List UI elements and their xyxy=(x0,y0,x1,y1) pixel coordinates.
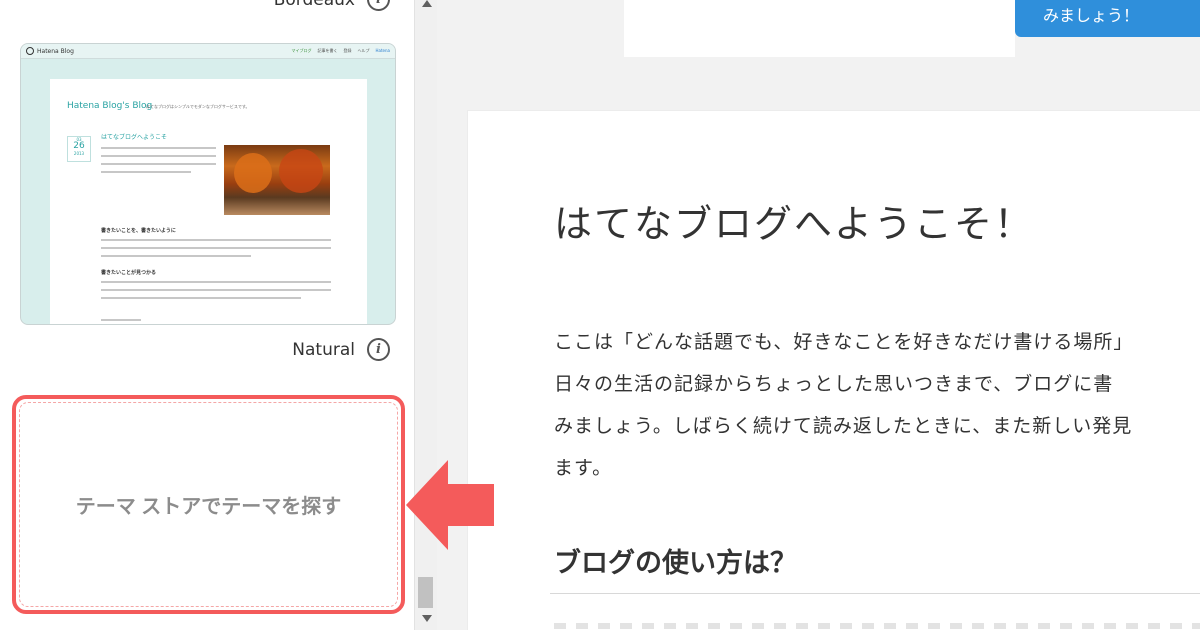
thumbnail-text-line xyxy=(101,247,331,249)
thumbnail-nav: マイブログ 記事を書く 登録 ヘルプ Hatena xyxy=(292,48,390,54)
thumbnail-heading-2: 書きたいことが見つかる xyxy=(101,270,157,276)
thumbnail-heading-1: 書きたいことを、書きたいように xyxy=(101,228,176,234)
thumbnail-post-title: はてなブログへようこそ xyxy=(101,134,168,141)
thumbnail-blog-title: Hatena Blog's Blog xyxy=(67,101,153,111)
thumbnail-text-line xyxy=(101,163,216,165)
theme-name-bordeaux: Bordeaux xyxy=(274,0,355,10)
article-cutoff-text xyxy=(554,623,1200,629)
thumbnail-blog-subtitle: はてなブログはシンプルでモダンなブログサービスです。 xyxy=(146,104,250,109)
thumbnail-text-line xyxy=(101,239,331,241)
thumbnail-nav-item: 登録 xyxy=(343,48,352,53)
thumbnail-nav-item: ヘルプ xyxy=(357,48,370,53)
info-icon[interactable]: i xyxy=(367,338,390,361)
scrollbar-thumb[interactable] xyxy=(418,577,433,608)
theme-row-natural: Natural i xyxy=(292,338,390,361)
thumbnail-text-line xyxy=(101,255,251,257)
thumbnail-date-box: 03 26 2013 xyxy=(67,136,91,162)
thumbnail-logo: Hatena Blog xyxy=(26,47,74,55)
theme-name-natural: Natural xyxy=(292,339,355,360)
theme-store-label: テーマ ストアでテーマを探す xyxy=(75,496,342,518)
blue-action-label: みましょう！ xyxy=(1043,8,1140,25)
thumbnail-text-line xyxy=(101,289,331,291)
theme-store-button[interactable]: テーマ ストアでテーマを探す xyxy=(12,395,405,614)
article-preview: はてなブログへようこそ！ ここは「どんな話題でも、好きなことを好きなだけ書ける場… xyxy=(467,110,1200,630)
thumbnail-nav-item: 記事を書く xyxy=(317,48,338,53)
scroll-up-icon[interactable] xyxy=(422,0,432,7)
thumbnail-text-line xyxy=(101,171,191,173)
scroll-down-icon[interactable] xyxy=(422,615,432,622)
blue-action-button[interactable]: みましょう！ xyxy=(1015,0,1200,37)
hatena-logo-icon xyxy=(26,47,34,55)
thumbnail-topbar: Hatena Blog マイブログ 記事を書く 登録 ヘルプ Hatena xyxy=(21,44,395,59)
thumbnail-text-line xyxy=(101,155,216,157)
article-paragraph-line: ここは「どんな話題でも、好きなことを好きなだけ書ける場所」 xyxy=(554,331,1134,353)
thumbnail-nav-item: マイブログ xyxy=(291,48,312,53)
thumbnail-date-year: 2013 xyxy=(73,151,85,156)
thumbnail-text-line xyxy=(101,147,216,149)
thumbnail-page: Hatena Blog's Blog はてなブログはシンプルでモダンなブログサー… xyxy=(50,79,367,324)
article-section-heading: ブログの使い方は？ xyxy=(554,548,797,579)
thumbnail-text-line xyxy=(101,297,301,299)
article-paragraph-line: ます。 xyxy=(554,457,613,479)
preview-header-block xyxy=(624,0,1015,57)
thumbnail-date-day: 26 xyxy=(73,141,85,151)
theme-thumbnail-natural[interactable]: Hatena Blog マイブログ 記事を書く 登録 ヘルプ Hatena Ha… xyxy=(20,43,396,325)
article-paragraph-line: 日々の生活の記録からちょっとした思いつきまで、ブログに書 xyxy=(554,373,1114,395)
arrow-left-icon xyxy=(406,460,494,550)
thumbnail-brand: Hatena Blog xyxy=(37,47,74,55)
info-icon[interactable]: i xyxy=(367,0,390,11)
thumbnail-text-line xyxy=(101,281,331,283)
thumbnail-nav-right: Hatena xyxy=(375,48,390,53)
section-divider xyxy=(550,593,1200,594)
article-paragraph-line: みましょう。しばらく続けて読み返したときに、また新しい発見 xyxy=(554,415,1133,437)
article-title: はてなブログへようこそ！ xyxy=(554,202,1035,246)
theme-sidebar: Bordeaux i Hatena Blog マイブログ 記事を書く 登録 ヘル… xyxy=(0,0,414,630)
thumbnail-photo xyxy=(224,145,330,215)
theme-row-bordeaux: Bordeaux i xyxy=(274,0,390,11)
thumbnail-text-line xyxy=(101,319,141,321)
